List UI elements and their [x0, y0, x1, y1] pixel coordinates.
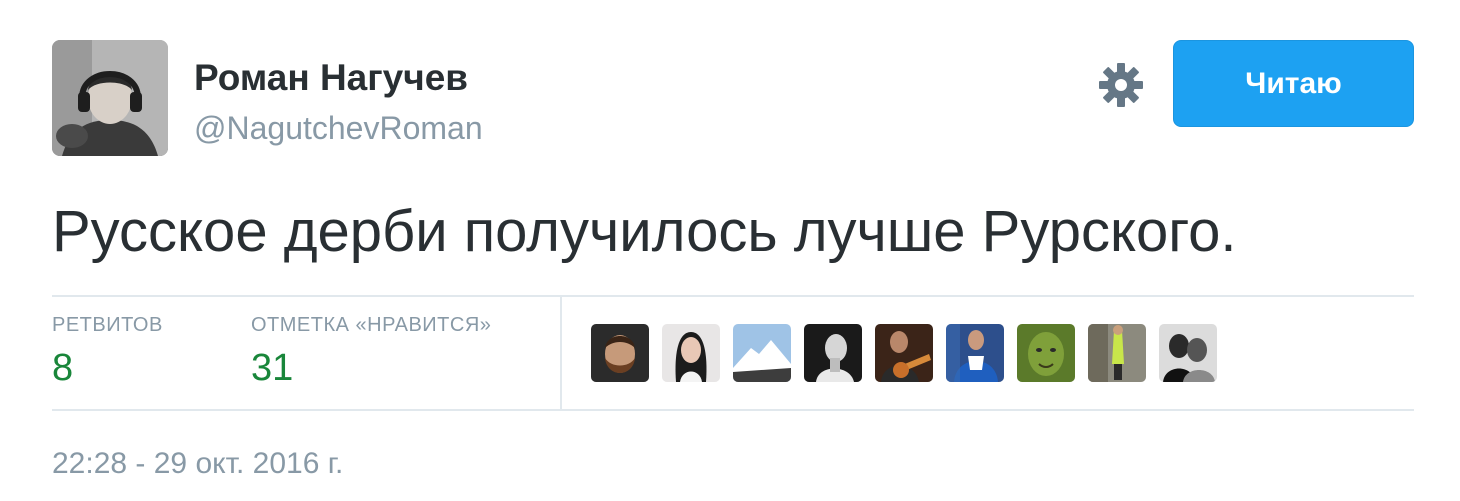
retweets-label: РЕТВИТОВ	[52, 314, 163, 336]
likes-label: ОТМЕТКА «НРАВИТСЯ»	[251, 314, 492, 336]
woman-icon	[662, 324, 720, 382]
liker-avatar[interactable]	[1159, 324, 1217, 382]
football-player-icon	[946, 324, 1004, 382]
likes-count: 31	[251, 347, 294, 389]
retweets-count: 8	[52, 347, 74, 389]
tweet-timestamp[interactable]: 22:28 - 29 окт. 2016 г.	[52, 444, 343, 484]
author-avatar[interactable]	[52, 40, 168, 156]
guitarist-icon	[875, 324, 933, 382]
tweet-card: Роман Нагучев @NagutchevRoman Читаю Русс…	[0, 0, 1460, 501]
stats-top-divider	[52, 295, 1414, 297]
mountain-icon	[733, 324, 791, 382]
gear-icon[interactable]	[1096, 60, 1146, 110]
liker-avatar[interactable]	[662, 324, 720, 382]
green-face-icon	[1017, 324, 1075, 382]
man-bw-icon	[804, 324, 862, 382]
stats-bottom-divider	[52, 409, 1414, 411]
author-handle[interactable]: @NagutchevRoman	[194, 108, 483, 148]
liker-avatar[interactable]	[946, 324, 1004, 382]
tweet-text: Русское дерби получилось лучше Рурского.	[52, 199, 1237, 264]
liker-avatar[interactable]	[1088, 324, 1146, 382]
likes-stat[interactable]: ОТМЕТКА «НРАВИТСЯ» 31	[251, 312, 491, 391]
liker-avatar[interactable]	[875, 324, 933, 382]
likers-list	[591, 324, 1217, 382]
retweets-stat[interactable]: РЕТВИТОВ 8	[52, 312, 163, 391]
follow-button[interactable]: Читаю	[1173, 40, 1414, 127]
person-avatar-icon	[52, 40, 168, 156]
bearded-man-icon	[591, 324, 649, 382]
liker-avatar[interactable]	[1017, 324, 1075, 382]
liker-avatar[interactable]	[733, 324, 791, 382]
couple-bw-icon	[1159, 324, 1217, 382]
liker-avatar[interactable]	[591, 324, 649, 382]
liker-avatar[interactable]	[804, 324, 862, 382]
stats-vertical-divider	[560, 297, 562, 409]
cyclist-icon	[1088, 324, 1146, 382]
author-display-name[interactable]: Роман Нагучев	[194, 56, 468, 100]
